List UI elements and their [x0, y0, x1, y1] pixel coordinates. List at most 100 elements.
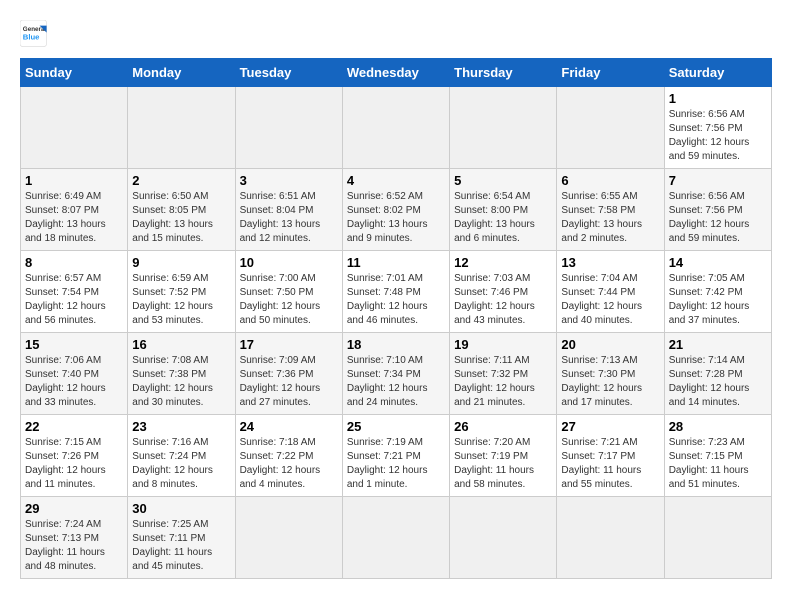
day-number: 25 — [347, 419, 445, 434]
calendar-cell: 11 Sunrise: 7:01 AMSunset: 7:48 PMDayligh… — [342, 251, 449, 333]
calendar-cell: 9 Sunrise: 6:59 AMSunset: 7:52 PMDaylight… — [128, 251, 235, 333]
day-info: Sunrise: 6:49 AMSunset: 8:07 PMDaylight:… — [25, 190, 123, 246]
calendar-cell — [557, 497, 664, 579]
day-info: Sunrise: 6:54 AMSunset: 8:00 PMDaylight:… — [454, 190, 552, 246]
day-info: Sunrise: 7:20 AMSunset: 7:19 PMDaylight:… — [454, 436, 552, 492]
weekday-wednesday: Wednesday — [342, 59, 449, 87]
day-info: Sunrise: 7:24 AMSunset: 7:13 PMDaylight:… — [25, 518, 123, 574]
week-row-2: 1 Sunrise: 6:49 AMSunset: 8:07 PMDaylight… — [21, 169, 772, 251]
day-info: Sunrise: 7:14 AMSunset: 7:28 PMDaylight:… — [669, 354, 767, 410]
day-info: Sunrise: 7:08 AMSunset: 7:38 PMDaylight:… — [132, 354, 230, 410]
day-number: 9 — [132, 255, 230, 270]
calendar-cell — [557, 87, 664, 169]
day-number: 28 — [669, 419, 767, 434]
day-info: Sunrise: 6:55 AMSunset: 7:58 PMDaylight:… — [561, 190, 659, 246]
day-info: Sunrise: 6:57 AMSunset: 7:54 PMDaylight:… — [25, 272, 123, 328]
day-info: Sunrise: 7:18 AMSunset: 7:22 PMDaylight:… — [240, 436, 338, 492]
day-number: 10 — [240, 255, 338, 270]
day-number: 27 — [561, 419, 659, 434]
calendar-cell — [450, 497, 557, 579]
day-number: 16 — [132, 337, 230, 352]
calendar-cell: 30 Sunrise: 7:25 AMSunset: 7:11 PMDayligh… — [128, 497, 235, 579]
calendar-cell: 25 Sunrise: 7:19 AMSunset: 7:21 PMDayligh… — [342, 415, 449, 497]
calendar-cell: 4 Sunrise: 6:52 AMSunset: 8:02 PMDaylight… — [342, 169, 449, 251]
day-number: 5 — [454, 173, 552, 188]
calendar-cell: 24Sunrise: 7:18 AMSunset: 7:22 PMDayligh… — [235, 415, 342, 497]
calendar-cell: 26 Sunrise: 7:20 AMSunset: 7:19 PMDayligh… — [450, 415, 557, 497]
day-info: Sunrise: 7:01 AMSunset: 7:48 PMDaylight:… — [347, 272, 445, 328]
day-info: Sunrise: 6:51 AMSunset: 8:04 PMDaylight:… — [240, 190, 338, 246]
calendar-cell — [664, 497, 771, 579]
day-number: 6 — [561, 173, 659, 188]
day-number: 18 — [347, 337, 445, 352]
day-number: 23 — [132, 419, 230, 434]
calendar-cell: 23 Sunrise: 7:16 AMSunset: 7:24 PMDayligh… — [128, 415, 235, 497]
day-number: 1 — [669, 91, 767, 106]
calendar-header: SundayMondayTuesdayWednesdayThursdayFrid… — [21, 59, 772, 87]
day-info: Sunrise: 7:11 AMSunset: 7:32 PMDaylight:… — [454, 354, 552, 410]
calendar-cell: 16 Sunrise: 7:08 AMSunset: 7:38 PMDayligh… — [128, 333, 235, 415]
day-number: 8 — [25, 255, 123, 270]
calendar-cell — [342, 497, 449, 579]
calendar-cell: 2Sunrise: 6:50 AMSunset: 8:05 PMDaylight… — [128, 169, 235, 251]
calendar-cell: 10 Sunrise: 7:00 AMSunset: 7:50 PMDayligh… — [235, 251, 342, 333]
day-number: 11 — [347, 255, 445, 270]
weekday-tuesday: Tuesday — [235, 59, 342, 87]
day-info: Sunrise: 7:16 AMSunset: 7:24 PMDaylight:… — [132, 436, 230, 492]
calendar-cell: 28 Sunrise: 7:23 AMSunset: 7:15 PMDayligh… — [664, 415, 771, 497]
day-info: Sunrise: 7:25 AMSunset: 7:11 PMDaylight:… — [132, 518, 230, 574]
day-number: 20 — [561, 337, 659, 352]
day-info: Sunrise: 7:19 AMSunset: 7:21 PMDaylight:… — [347, 436, 445, 492]
day-number: 26 — [454, 419, 552, 434]
day-info: Sunrise: 6:52 AMSunset: 8:02 PMDaylight:… — [347, 190, 445, 246]
calendar-cell: 6 Sunrise: 6:55 AMSunset: 7:58 PMDaylight… — [557, 169, 664, 251]
calendar-cell — [342, 87, 449, 169]
week-row-4: 15 Sunrise: 7:06 AMSunset: 7:40 PMDayligh… — [21, 333, 772, 415]
day-number: 4 — [347, 173, 445, 188]
weekday-thursday: Thursday — [450, 59, 557, 87]
day-info: Sunrise: 7:09 AMSunset: 7:36 PMDaylight:… — [240, 354, 338, 410]
header: General Blue — [20, 20, 772, 48]
calendar-cell: 19 Sunrise: 7:11 AMSunset: 7:32 PMDayligh… — [450, 333, 557, 415]
day-info: Sunrise: 7:03 AMSunset: 7:46 PMDaylight:… — [454, 272, 552, 328]
day-info: Sunrise: 7:15 AMSunset: 7:26 PMDaylight:… — [25, 436, 123, 492]
day-number: 19 — [454, 337, 552, 352]
calendar-cell: 18 Sunrise: 7:10 AMSunset: 7:34 PMDayligh… — [342, 333, 449, 415]
weekday-friday: Friday — [557, 59, 664, 87]
day-number: 1 — [25, 173, 123, 188]
calendar-cell: 7Sunrise: 6:56 AMSunset: 7:56 PMDaylight… — [664, 169, 771, 251]
calendar-cell: 27Sunrise: 7:21 AMSunset: 7:17 PMDayligh… — [557, 415, 664, 497]
day-number: 14 — [669, 255, 767, 270]
day-number: 17 — [240, 337, 338, 352]
calendar-cell: 17 Sunrise: 7:09 AMSunset: 7:36 PMDayligh… — [235, 333, 342, 415]
day-number: 2 — [132, 173, 230, 188]
calendar-cell: 13 Sunrise: 7:04 AMSunset: 7:44 PMDayligh… — [557, 251, 664, 333]
day-info: Sunrise: 7:10 AMSunset: 7:34 PMDaylight:… — [347, 354, 445, 410]
calendar-cell: 5 Sunrise: 6:54 AMSunset: 8:00 PMDaylight… — [450, 169, 557, 251]
week-row-3: 8 Sunrise: 6:57 AMSunset: 7:54 PMDaylight… — [21, 251, 772, 333]
svg-text:Blue: Blue — [23, 33, 40, 42]
day-number: 22 — [25, 419, 123, 434]
week-row-6: 29 Sunrise: 7:24 AMSunset: 7:13 PMDayligh… — [21, 497, 772, 579]
calendar-cell — [235, 497, 342, 579]
calendar-cell: 14Sunrise: 7:05 AMSunset: 7:42 PMDayligh… — [664, 251, 771, 333]
logo: General Blue — [20, 20, 52, 48]
calendar-cell: 1 Sunrise: 6:49 AMSunset: 8:07 PMDaylight… — [21, 169, 128, 251]
day-info: Sunrise: 7:00 AMSunset: 7:50 PMDaylight:… — [240, 272, 338, 328]
day-info: Sunrise: 7:23 AMSunset: 7:15 PMDaylight:… — [669, 436, 767, 492]
calendar-cell: 29 Sunrise: 7:24 AMSunset: 7:13 PMDayligh… — [21, 497, 128, 579]
calendar-cell: 22 Sunrise: 7:15 AMSunset: 7:26 PMDayligh… — [21, 415, 128, 497]
day-info: Sunrise: 6:59 AMSunset: 7:52 PMDaylight:… — [132, 272, 230, 328]
day-info: Sunrise: 7:04 AMSunset: 7:44 PMDaylight:… — [561, 272, 659, 328]
day-info: Sunrise: 7:06 AMSunset: 7:40 PMDaylight:… — [25, 354, 123, 410]
day-number: 30 — [132, 501, 230, 516]
day-number: 12 — [454, 255, 552, 270]
calendar-cell — [21, 87, 128, 169]
day-number: 29 — [25, 501, 123, 516]
day-number: 15 — [25, 337, 123, 352]
weekday-saturday: Saturday — [664, 59, 771, 87]
day-number: 13 — [561, 255, 659, 270]
calendar-cell: 15 Sunrise: 7:06 AMSunset: 7:40 PMDayligh… — [21, 333, 128, 415]
calendar-cell: 3Sunrise: 6:51 AMSunset: 8:04 PMDaylight… — [235, 169, 342, 251]
day-info: Sunrise: 6:56 AMSunset: 7:56 PMDaylight:… — [669, 108, 767, 164]
